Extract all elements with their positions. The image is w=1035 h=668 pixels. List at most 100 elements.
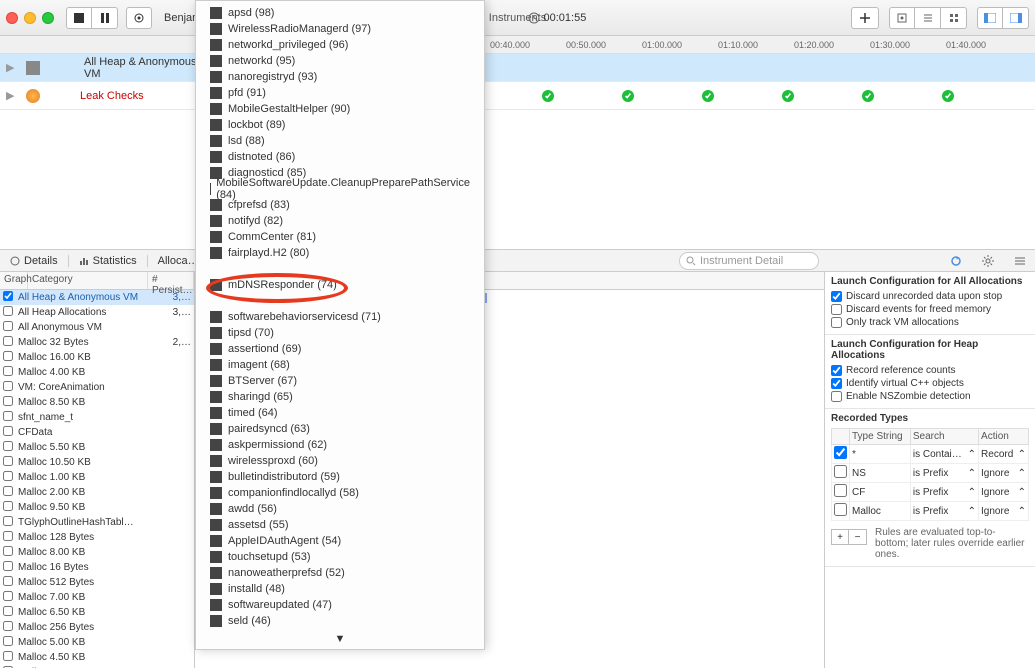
process-item[interactable]: softwarebehaviorservicesd (71) — [196, 309, 484, 325]
crumb-statistics[interactable]: Statistics — [69, 255, 148, 267]
graph-checkbox[interactable] — [3, 441, 13, 451]
add-instrument-button[interactable] — [851, 7, 879, 29]
process-item[interactable]: assetsd (55) — [196, 517, 484, 533]
process-item[interactable]: lockbot (89) — [196, 117, 484, 133]
action-cell[interactable]: Ignore ⌃ — [979, 483, 1029, 502]
process-item[interactable]: installd (48) — [196, 581, 484, 597]
process-picker[interactable] — [126, 7, 152, 29]
config-option[interactable]: Only track VM allocations — [831, 317, 1029, 328]
alloc-row[interactable]: All Heap Allocations3,… — [0, 305, 194, 320]
process-item[interactable]: notifyd (82) — [196, 213, 484, 229]
graph-checkbox[interactable] — [3, 561, 13, 571]
graph-checkbox[interactable] — [3, 606, 13, 616]
alloc-row[interactable]: Malloc 1.00 KB — [0, 470, 194, 485]
process-item[interactable]: MobileSoftwareUpdate.CleanupPreparePathS… — [196, 181, 484, 197]
process-item[interactable]: pfd (91) — [196, 85, 484, 101]
graph-checkbox[interactable] — [3, 381, 13, 391]
minimize-icon[interactable] — [24, 12, 36, 24]
alloc-row[interactable]: Malloc 4.50 KB — [0, 650, 194, 665]
disclosure-icon[interactable]: ▶ — [6, 61, 20, 74]
graph-checkbox[interactable] — [3, 366, 13, 376]
option-checkbox[interactable] — [831, 304, 842, 315]
alloc-row[interactable]: Malloc 32 Bytes2,… — [0, 335, 194, 350]
graph-checkbox[interactable] — [3, 456, 13, 466]
graph-checkbox[interactable] — [3, 591, 13, 601]
graph-checkbox[interactable] — [3, 501, 13, 511]
settings-button[interactable] — [979, 252, 997, 270]
graph-checkbox[interactable] — [3, 426, 13, 436]
alloc-row[interactable]: CFData — [0, 425, 194, 440]
graph-checkbox[interactable] — [3, 306, 13, 316]
config-option[interactable]: Discard events for freed memory — [831, 304, 1029, 315]
graph-checkbox[interactable] — [3, 336, 13, 346]
crumb-details[interactable]: Details — [0, 255, 69, 267]
process-item[interactable]: networkd (95) — [196, 53, 484, 69]
alloc-row[interactable]: Malloc 16.00 KB — [0, 350, 194, 365]
process-item[interactable] — [196, 293, 484, 309]
process-item[interactable]: assertiond (69) — [196, 341, 484, 357]
type-rule-row[interactable]: NSis Prefix ⌃Ignore ⌃ — [832, 464, 1029, 483]
search-cell[interactable]: is Prefix ⌃ — [910, 483, 978, 502]
track-all-heap[interactable]: ▶ All Heap & Anonymous VM — [0, 54, 1035, 82]
graph-checkbox[interactable] — [3, 576, 13, 586]
graph-checkbox[interactable] — [3, 486, 13, 496]
graph-checkbox[interactable] — [3, 516, 13, 526]
action-cell[interactable]: Record ⌃ — [979, 445, 1029, 464]
alloc-row[interactable]: Malloc 10.50 KB — [0, 455, 194, 470]
graph-checkbox[interactable] — [3, 321, 13, 331]
process-item[interactable]: MobileGestaltHelper (90) — [196, 101, 484, 117]
right-panel-toggle[interactable] — [1003, 7, 1029, 29]
process-item[interactable]: touchsetupd (53) — [196, 549, 484, 565]
process-item[interactable]: wirelessproxd (60) — [196, 453, 484, 469]
type-rule-row[interactable]: Mallocis Prefix ⌃Ignore ⌃ — [832, 502, 1029, 521]
graph-checkbox[interactable] — [3, 351, 13, 361]
type-rule-row[interactable]: *is Contai… ⌃Record ⌃ — [832, 445, 1029, 464]
pause-button[interactable] — [92, 7, 118, 29]
action-cell[interactable]: Ignore ⌃ — [979, 464, 1029, 483]
search-cell[interactable]: is Contai… ⌃ — [910, 445, 978, 464]
config-option[interactable]: Discard unrecorded data upon stop — [831, 291, 1029, 302]
process-item[interactable]: lsd (88) — [196, 133, 484, 149]
alloc-row[interactable]: Malloc 2.00 KB — [0, 485, 194, 500]
process-item[interactable]: awdd (56) — [196, 501, 484, 517]
alloc-row[interactable]: Malloc 16 Bytes — [0, 560, 194, 575]
process-item[interactable]: nanoweatherprefsd (52) — [196, 565, 484, 581]
process-item[interactable]: sharingd (65) — [196, 389, 484, 405]
disclosure-icon[interactable]: ▶ — [6, 89, 20, 102]
graph-checkbox[interactable] — [3, 531, 13, 541]
process-item[interactable]: CommCenter (81) — [196, 229, 484, 245]
config-option[interactable]: Record reference counts — [831, 365, 1029, 376]
graph-checkbox[interactable] — [3, 396, 13, 406]
timeline-ruler[interactable]: 00:40.00000:50.00001:00.00001:10.00001:2… — [0, 36, 1035, 54]
alloc-row[interactable]: Malloc 9.50 KB — [0, 500, 194, 515]
process-item[interactable]: tipsd (70) — [196, 325, 484, 341]
graph-checkbox[interactable] — [3, 411, 13, 421]
alloc-row[interactable]: TGlyphOutlineHashTabl… — [0, 515, 194, 530]
scroll-down-icon[interactable]: ▼ — [335, 633, 346, 645]
alloc-row[interactable]: Malloc 128 Bytes — [0, 530, 194, 545]
extended-detail-button[interactable] — [1011, 252, 1029, 270]
rule-checkbox[interactable] — [834, 446, 847, 459]
process-item[interactable]: distnoted (86) — [196, 149, 484, 165]
process-item[interactable]: companionfindlocallyd (58) — [196, 485, 484, 501]
alloc-row[interactable]: Malloc 5.00 KB — [0, 635, 194, 650]
option-checkbox[interactable] — [831, 365, 842, 376]
option-checkbox[interactable] — [831, 317, 842, 328]
grid-view-button[interactable] — [941, 7, 967, 29]
list-view-button[interactable] — [915, 7, 941, 29]
alloc-row[interactable]: Malloc 4.00 KB — [0, 365, 194, 380]
process-item[interactable] — [196, 261, 484, 277]
graph-checkbox[interactable] — [3, 291, 13, 301]
process-item[interactable]: bulletindistributord (59) — [196, 469, 484, 485]
left-panel-toggle[interactable] — [977, 7, 1003, 29]
add-rule-button[interactable]: + — [831, 529, 849, 545]
process-item[interactable]: imagent (68) — [196, 357, 484, 373]
remove-rule-button[interactable]: − — [849, 529, 867, 545]
option-checkbox[interactable] — [831, 291, 842, 302]
process-item[interactable]: mDNSResponder (74) — [196, 277, 484, 293]
rule-checkbox[interactable] — [834, 503, 847, 516]
graph-checkbox[interactable] — [3, 471, 13, 481]
process-item[interactable]: timed (64) — [196, 405, 484, 421]
action-cell[interactable]: Ignore ⌃ — [979, 502, 1029, 521]
alloc-row[interactable]: All Heap & Anonymous VM3,… — [0, 290, 194, 305]
